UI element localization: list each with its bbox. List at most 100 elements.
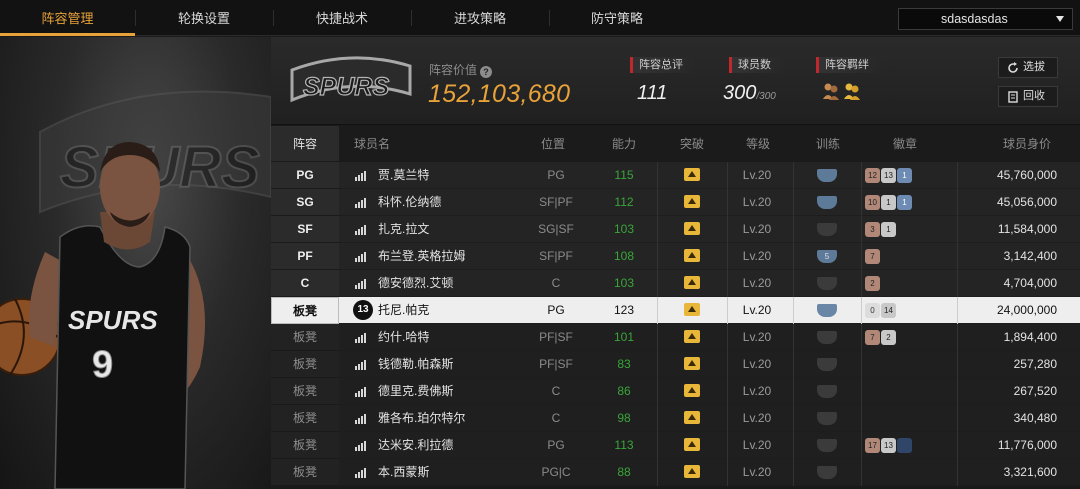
breakthrough-cell[interactable] (657, 378, 727, 405)
training-cell[interactable] (807, 351, 847, 378)
table-row[interactable]: 板凳 达米安.利拉德 PG 113 Lv.20 17 13 11,776,000 (271, 432, 1080, 459)
table-row[interactable]: 板凳 雅各布.珀尔特尔 C 98 Lv.20 340,480 (271, 405, 1080, 432)
badges-cell[interactable]: 31 (865, 216, 955, 243)
select-button[interactable]: 选拔 (998, 57, 1058, 78)
breakthrough-cell[interactable] (657, 432, 727, 459)
player-value: 45,760,000 (996, 168, 1057, 182)
badges-cell[interactable]: 0 14 (865, 297, 955, 324)
column-divider (861, 243, 862, 270)
col-header-ability[interactable]: 能力 (612, 126, 636, 161)
training-cell[interactable] (807, 297, 847, 324)
player-level: Lv.20 (742, 195, 772, 209)
breakthrough-cell[interactable] (657, 324, 727, 351)
col-header-training[interactable]: 训练 (816, 126, 840, 161)
badge-icon: 2 (865, 276, 880, 291)
roster-summary-panel: SPURS 阵容价值? 152,103,680 阵容总评 111 球员数 300… (271, 37, 1080, 125)
recycle-button[interactable]: 回收 (998, 86, 1058, 107)
player-name[interactable]: 钱德勒.帕森斯 (378, 351, 453, 378)
crown-icon (684, 276, 700, 289)
player-level: Lv.20 (742, 303, 772, 317)
badges-cell[interactable]: 12 13 1 (865, 162, 955, 189)
training-cell[interactable] (807, 459, 847, 486)
table-row[interactable]: 板凳 德里克.费佛斯 C 86 Lv.20 267,520 (271, 378, 1080, 405)
chevron-down-icon (1056, 16, 1064, 22)
player-name[interactable]: 达米安.利拉德 (378, 432, 453, 459)
col-header-breakthrough[interactable]: 突破 (680, 126, 704, 161)
col-header-badges[interactable]: 徽章 (893, 126, 917, 161)
table-row[interactable]: SG 科怀.伦纳德 SF|PF 112 Lv.20 10 1 1 45,056,000 (271, 189, 1080, 216)
player-ability: 101 (613, 330, 635, 344)
breakthrough-cell[interactable] (657, 459, 727, 486)
column-divider (793, 162, 794, 189)
training-cell[interactable] (807, 405, 847, 432)
column-divider (861, 297, 862, 324)
badges-cell[interactable]: 17 13 (865, 432, 955, 459)
player-name[interactable]: 雅各布.珀尔特尔 (378, 405, 465, 432)
badges-cell[interactable] (865, 351, 955, 378)
training-cell[interactable]: 5 (807, 243, 847, 270)
table-row[interactable]: C 德安德烈.艾顿 C 103 Lv.20 2 4,704,000 (271, 270, 1080, 297)
tab-quick-tactics[interactable]: 快捷战术 (273, 0, 411, 36)
tab-roster[interactable]: 阵容管理 (0, 0, 135, 36)
badges-cell[interactable] (865, 378, 955, 405)
player-name[interactable]: 约什.哈特 (378, 324, 429, 351)
badges-cell[interactable]: 7 (865, 243, 955, 270)
badge-icon: 13 (881, 168, 896, 183)
player-count-number: 300 (723, 82, 757, 104)
crown-icon (684, 330, 700, 343)
team-dropdown-value: sdasdasdas (941, 12, 1008, 26)
col-header-name[interactable]: 球员名 (354, 126, 390, 161)
col-header-slot[interactable]: 阵容 (271, 126, 339, 161)
breakthrough-cell[interactable] (657, 405, 727, 432)
training-cell[interactable] (807, 432, 847, 459)
training-cell[interactable] (807, 378, 847, 405)
col-header-position[interactable]: 位置 (541, 126, 565, 161)
crown-icon (684, 249, 700, 262)
badges-cell[interactable] (865, 459, 955, 486)
badges-cell[interactable]: 72 (865, 324, 955, 351)
help-icon[interactable]: ? (480, 66, 493, 78)
breakthrough-cell[interactable] (657, 297, 727, 324)
table-row[interactable]: 板凳 钱德勒.帕森斯 PF|SF 83 Lv.20 257,280 (271, 351, 1080, 378)
roster-value-label: 阵容价值? (429, 61, 493, 78)
signal-bars-icon (355, 279, 367, 289)
player-name[interactable]: 德安德烈.艾顿 (378, 270, 453, 297)
breakthrough-cell[interactable] (657, 270, 727, 297)
col-header-level[interactable]: 等级 (746, 126, 770, 161)
tab-rotation[interactable]: 轮换设置 (135, 0, 273, 36)
player-name[interactable]: 扎克.拉文 (378, 216, 429, 243)
player-name[interactable]: 布兰登.英格拉姆 (378, 243, 465, 270)
table-row[interactable]: 板凳 13 托尼.帕克 PG 123 Lv.20 0 14 24,000,000 (271, 297, 1080, 324)
breakthrough-cell[interactable] (657, 189, 727, 216)
breakthrough-cell[interactable] (657, 351, 727, 378)
player-name[interactable]: 贾.莫兰特 (378, 162, 429, 189)
player-name[interactable]: 托尼.帕克 (378, 297, 429, 324)
player-name[interactable]: 德里克.费佛斯 (378, 378, 453, 405)
table-row[interactable]: PF 布兰登.英格拉姆 SF|PF 108 Lv.20 5 7 3,142,400 (271, 243, 1080, 270)
training-cell[interactable] (807, 189, 847, 216)
tab-defense-strategy[interactable]: 防守策略 (549, 0, 685, 36)
badges-cell[interactable] (865, 405, 955, 432)
training-cell[interactable] (807, 270, 847, 297)
badges-cell[interactable]: 10 1 1 (865, 189, 955, 216)
row-slot: PG (271, 162, 339, 189)
col-header-value[interactable]: 球员身价 (1003, 126, 1051, 161)
breakthrough-cell[interactable] (657, 243, 727, 270)
breakthrough-cell[interactable] (657, 162, 727, 189)
player-name[interactable]: 本.西蒙斯 (378, 459, 429, 486)
table-row[interactable]: PG 贾.莫兰特 PG 115 Lv.20 12 13 1 45,760,000 (271, 162, 1080, 189)
player-name[interactable]: 科怀.伦纳德 (378, 189, 441, 216)
table-row[interactable]: SF 扎克.拉文 SG|SF 103 Lv.20 3 1 11,584,000 (271, 216, 1080, 243)
training-cell[interactable] (807, 162, 847, 189)
training-cell[interactable] (807, 216, 847, 243)
table-row[interactable]: 板凳 本.西蒙斯 PG|C 88 Lv.20 3,321,600 (271, 459, 1080, 486)
svg-text:9: 9 (92, 344, 113, 386)
breakthrough-cell[interactable] (657, 216, 727, 243)
team-dropdown[interactable]: sdasdasdas (898, 8, 1073, 30)
badges-cell[interactable]: 2 (865, 270, 955, 297)
tab-offense-strategy[interactable]: 进攻策略 (411, 0, 549, 36)
table-row[interactable]: 板凳 约什.哈特 PF|SF 101 Lv.20 7 2 1,894,400 (271, 324, 1080, 351)
crown-icon (684, 195, 700, 208)
chemistry-icons[interactable] (822, 81, 883, 106)
training-cell[interactable] (807, 324, 847, 351)
